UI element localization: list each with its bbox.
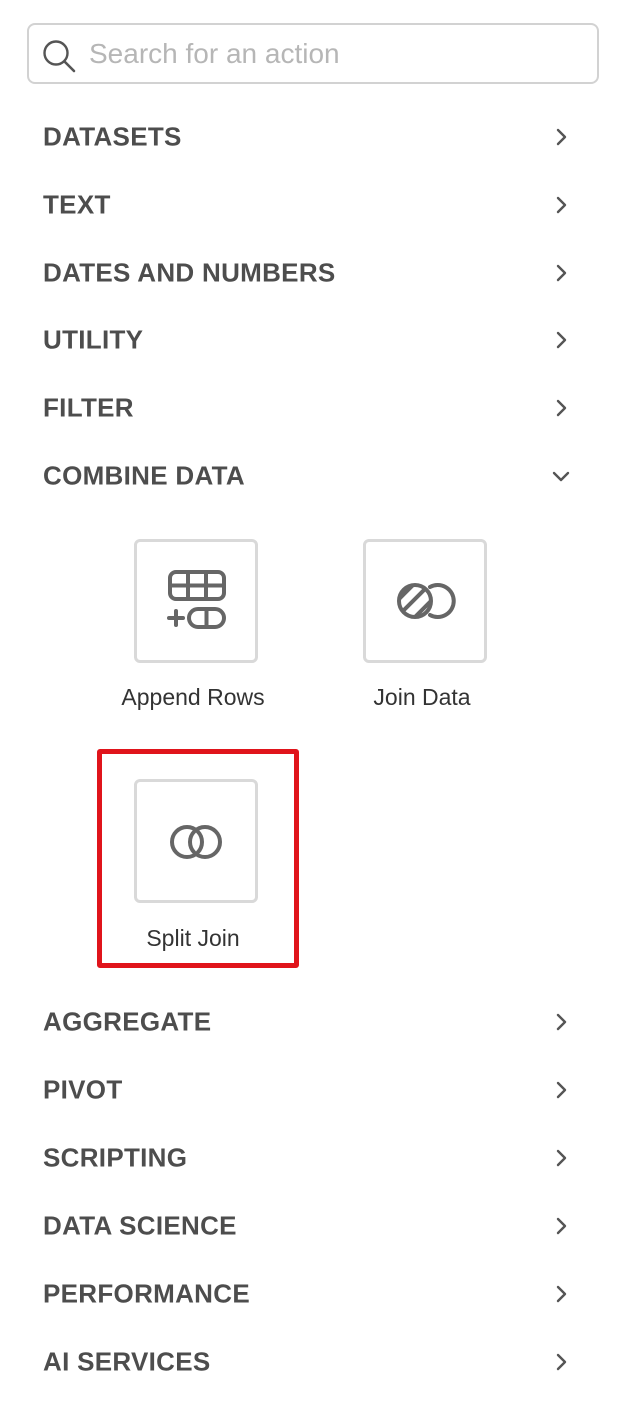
chevron-right-icon [556, 1285, 567, 1303]
join-data-action[interactable]: Join Data [363, 539, 533, 719]
category-label: DATASETS [43, 121, 182, 152]
category-pivot[interactable]: PIVOT [0, 1062, 623, 1118]
split-join-highlight-box [97, 749, 299, 968]
append-rows-tile[interactable] [134, 539, 258, 663]
chevron-down-icon [552, 471, 570, 482]
category-label: DATES AND NUMBERS [43, 257, 336, 288]
chevron-right-icon [556, 264, 567, 282]
category-utility[interactable]: UTILITY [0, 312, 623, 368]
search-icon [43, 40, 76, 73]
category-data-science[interactable]: DATA SCIENCE [0, 1198, 623, 1254]
category-filter[interactable]: FILTER [0, 380, 623, 436]
category-datasets[interactable]: DATASETS [0, 109, 623, 165]
category-label: COMBINE DATA [43, 460, 245, 491]
category-ai-services[interactable]: AI SERVICES [0, 1334, 623, 1390]
category-label: AI SERVICES [43, 1346, 211, 1377]
chevron-right-icon [556, 1149, 567, 1167]
chevron-right-icon [556, 1217, 567, 1235]
category-dates-and-numbers[interactable]: DATES AND NUMBERS [0, 245, 623, 301]
chevron-right-icon [556, 1081, 567, 1099]
category-combine-data[interactable]: COMBINE DATA [0, 448, 623, 504]
category-label: PERFORMANCE [43, 1278, 250, 1309]
append-rows-label: Append Rows [121, 684, 265, 710]
category-scripting[interactable]: SCRIPTING [0, 1130, 623, 1186]
chevron-right-icon [556, 399, 567, 417]
append-rows-action[interactable]: Append Rows [121, 539, 304, 719]
category-label: AGGREGATE [43, 1006, 212, 1037]
chevron-right-icon [556, 128, 567, 146]
chevron-right-icon [556, 331, 567, 349]
join-data-tile[interactable] [363, 539, 487, 663]
chevron-right-icon [556, 1353, 567, 1371]
join-data-icon [397, 583, 456, 619]
append-rows-icon [167, 570, 226, 629]
action-search-box[interactable] [27, 23, 599, 84]
category-performance[interactable]: PERFORMANCE [0, 1266, 623, 1322]
category-text[interactable]: TEXT [0, 177, 623, 233]
category-label: PIVOT [43, 1074, 123, 1105]
category-aggregate[interactable]: AGGREGATE [0, 994, 623, 1050]
category-label: FILTER [43, 392, 134, 423]
join-data-label: Join Data [373, 684, 471, 710]
category-label: DATA SCIENCE [43, 1210, 237, 1241]
search-input[interactable] [89, 33, 589, 75]
category-label: TEXT [43, 189, 111, 220]
chevron-right-icon [556, 196, 567, 214]
category-label: UTILITY [43, 324, 144, 355]
chevron-right-icon [556, 1013, 567, 1031]
category-label: SCRIPTING [43, 1142, 188, 1173]
